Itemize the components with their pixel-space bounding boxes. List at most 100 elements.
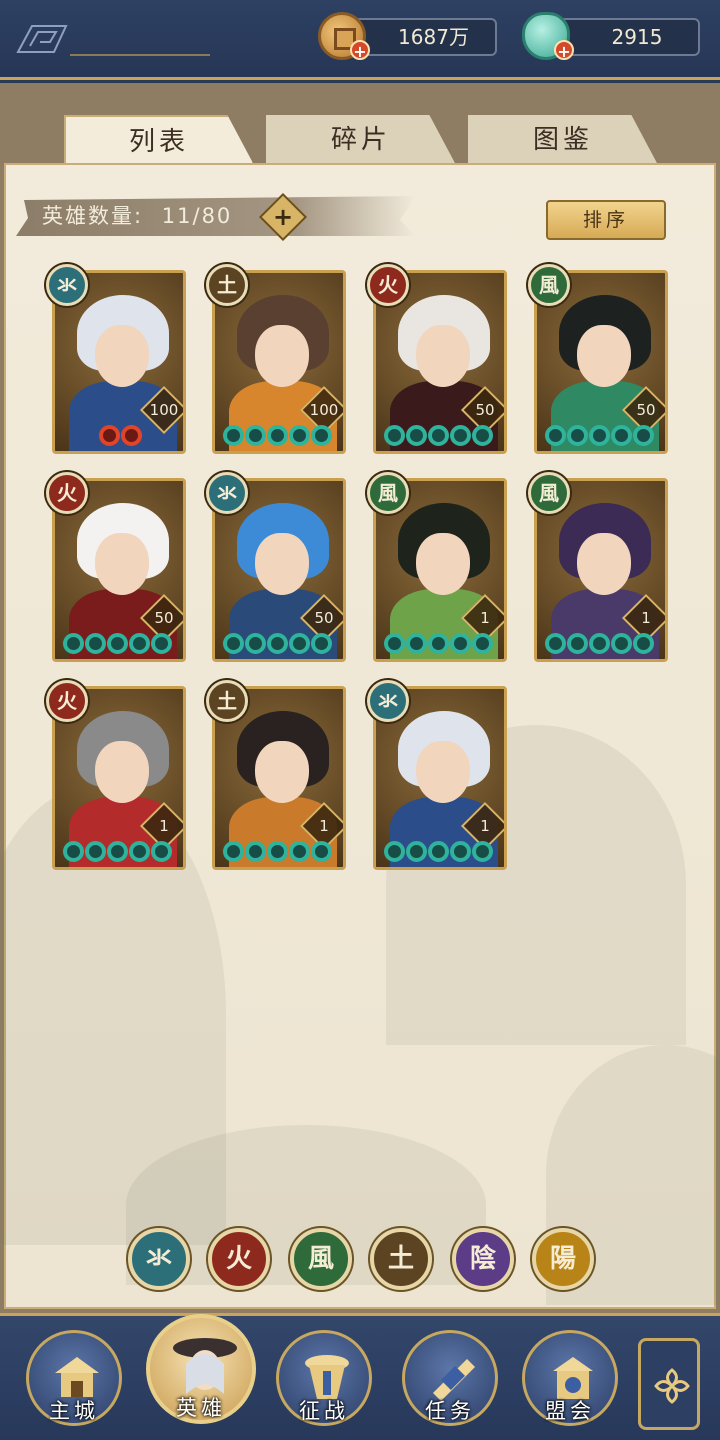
teal-star-icon — [223, 425, 244, 446]
hero-level: 50 — [636, 401, 656, 419]
teal-star-icon — [63, 633, 84, 654]
hero-level: 1 — [319, 817, 329, 835]
nav-main-city[interactable]: 主城 — [26, 1330, 122, 1426]
hero-level: 100 — [309, 401, 339, 419]
teal-star-icon — [384, 425, 405, 446]
wind-element-icon: 風 — [367, 472, 409, 514]
teal-star-icon — [450, 633, 471, 654]
tab-list-label: 列表 — [128, 127, 189, 157]
hero-stars — [384, 633, 493, 654]
teal-star-icon — [311, 425, 332, 446]
coin-value: 1687万 — [398, 25, 469, 49]
teal-star-icon — [406, 633, 427, 654]
hero-face — [95, 533, 149, 595]
hero-face — [255, 533, 309, 595]
hero-stars — [384, 425, 493, 446]
teal-star-icon — [129, 841, 150, 862]
nav-battle[interactable]: 征战 — [276, 1330, 372, 1426]
hero-level: 100 — [149, 401, 179, 419]
hero-stars — [545, 425, 654, 446]
nav-quests-label: 任务 — [425, 1399, 475, 1423]
tab-fragments[interactable]: 碎片 — [266, 115, 456, 165]
teal-star-icon — [611, 425, 632, 446]
teal-star-icon — [428, 841, 449, 862]
red-star-icon — [99, 425, 120, 446]
tab-list[interactable]: 列表 — [64, 115, 254, 165]
filter-yin-button[interactable]: 陰 — [452, 1228, 514, 1290]
hero-face — [95, 325, 149, 387]
hero-face — [416, 325, 470, 387]
filter-fire-button[interactable]: 火 — [208, 1228, 270, 1290]
hero-level: 50 — [154, 609, 174, 627]
hero-face — [577, 325, 631, 387]
teal-star-icon — [289, 633, 310, 654]
nav-battle-label: 征战 — [299, 1399, 349, 1423]
hero-stars — [63, 425, 142, 446]
hero-stars — [63, 633, 172, 654]
teal-star-icon — [289, 841, 310, 862]
earth-element-icon: 土 — [206, 680, 248, 722]
wind-element-icon: 風 — [528, 472, 570, 514]
teal-star-icon — [567, 425, 588, 446]
hero-stars — [545, 633, 654, 654]
more-menu-button[interactable] — [638, 1338, 700, 1430]
earth-element-icon: 土 — [206, 264, 248, 306]
hero-level: 1 — [159, 817, 169, 835]
teal-star-icon — [267, 841, 288, 862]
nav-heroes-label: 英雄 — [176, 1396, 226, 1420]
add-jade-button[interactable]: + — [554, 40, 574, 61]
water-element-icon: 氺 — [46, 264, 88, 306]
hero-face — [255, 741, 309, 803]
teal-star-icon — [151, 841, 172, 862]
teal-star-icon — [245, 633, 266, 654]
hero-face — [255, 325, 309, 387]
teal-star-icon — [428, 425, 449, 446]
nav-heroes[interactable]: 英雄 — [146, 1314, 256, 1424]
teal-star-icon — [545, 425, 566, 446]
add-coins-button[interactable]: + — [350, 40, 370, 61]
header-divider — [70, 54, 210, 56]
tab-fragments-label: 碎片 — [330, 125, 391, 155]
filter-water-button[interactable]: 氺 — [128, 1228, 190, 1290]
red-star-icon — [121, 425, 142, 446]
hero-count-value: 11/80 — [161, 204, 233, 228]
teal-star-icon — [450, 425, 471, 446]
top-bar: 1687万 + 2915 + — [0, 0, 720, 80]
fire-element-icon: 火 — [46, 472, 88, 514]
hero-level: 1 — [641, 609, 651, 627]
teal-star-icon — [63, 841, 84, 862]
teal-star-icon — [245, 425, 266, 446]
teal-star-icon — [311, 633, 332, 654]
hero-level: 1 — [480, 817, 490, 835]
teal-star-icon — [567, 633, 588, 654]
teal-star-icon — [85, 633, 106, 654]
tab-codex-label: 图鉴 — [532, 125, 593, 155]
teal-star-icon — [406, 841, 427, 862]
hero-face — [416, 533, 470, 595]
filter-yang-button[interactable]: 陽 — [532, 1228, 594, 1290]
nav-main-city-label: 主城 — [49, 1399, 99, 1423]
teal-star-icon — [311, 841, 332, 862]
teal-star-icon — [472, 841, 493, 862]
nav-guild[interactable]: 盟会 — [522, 1330, 618, 1426]
filter-earth-button[interactable]: 土 — [370, 1228, 432, 1290]
water-element-icon: 氺 — [206, 472, 248, 514]
sort-button[interactable]: 排序 — [546, 200, 666, 240]
teal-star-icon — [267, 425, 288, 446]
filter-wind-button[interactable]: 風 — [290, 1228, 352, 1290]
teal-star-icon — [85, 841, 106, 862]
teal-star-icon — [223, 841, 244, 862]
nav-guild-label: 盟会 — [545, 1399, 595, 1423]
nav-quests[interactable]: 任务 — [402, 1330, 498, 1426]
teal-star-icon — [611, 633, 632, 654]
hero-level: 50 — [475, 401, 495, 419]
teal-star-icon — [450, 841, 471, 862]
tab-codex[interactable]: 图鉴 — [468, 115, 658, 165]
menu-pattern-icon[interactable] — [14, 22, 70, 56]
teal-star-icon — [589, 425, 610, 446]
teal-star-icon — [129, 633, 150, 654]
plus-icon: + — [272, 203, 294, 231]
sort-label: 排序 — [582, 209, 629, 231]
teal-star-icon — [545, 633, 566, 654]
hero-count-label: 英雄数量: — [42, 204, 144, 228]
